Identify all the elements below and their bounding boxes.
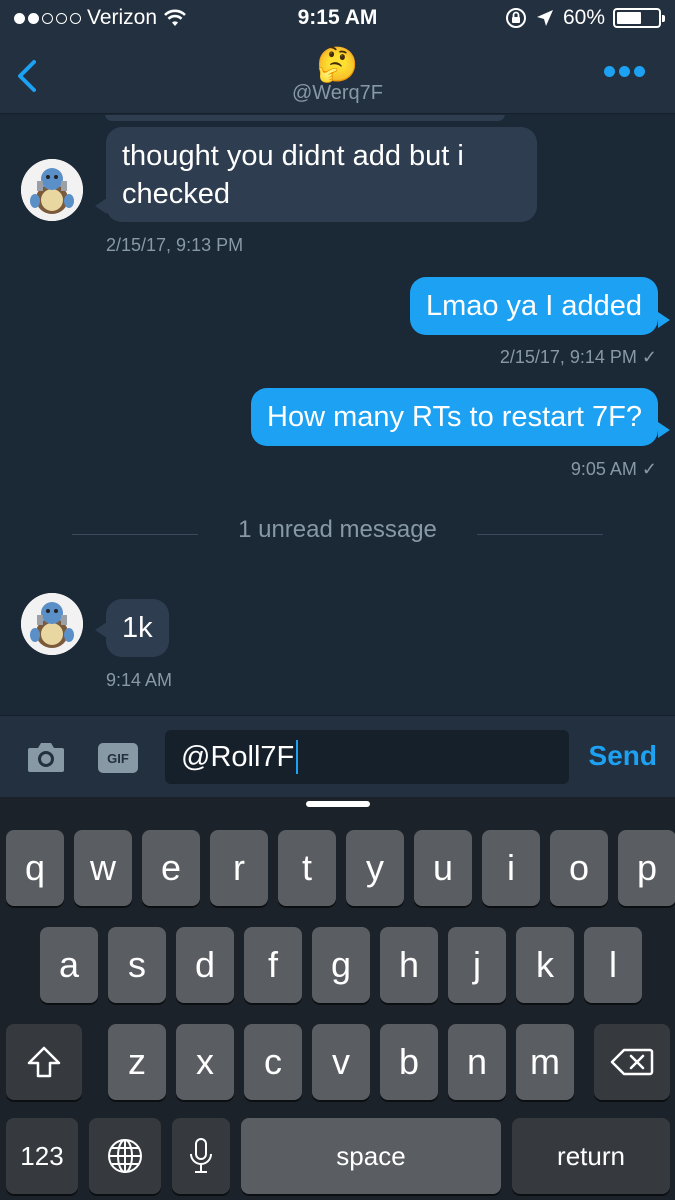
globe-key[interactable] [89, 1118, 161, 1194]
previous-message-bubble [105, 115, 505, 121]
send-button[interactable]: Send [589, 740, 657, 772]
key-z[interactable]: z [108, 1024, 166, 1100]
rotation-lock-icon [505, 8, 526, 28]
battery-icon [613, 8, 665, 28]
divider-line [477, 534, 603, 535]
blastoise-avatar-icon [21, 159, 83, 221]
key-f[interactable]: f [244, 927, 302, 1003]
message-composer: GIF @Roll7F Send [0, 715, 675, 797]
backspace-icon [610, 1048, 654, 1076]
keyboard: 123 space return qwertyuiop asdfghjkl zxcv… [0, 797, 675, 1200]
unread-divider: 1 unread message [238, 516, 437, 543]
key-l[interactable]: l [584, 927, 642, 1003]
camera-icon [28, 743, 64, 772]
key-p[interactable]: p [618, 830, 675, 906]
message-input-value: @Roll7F [181, 741, 295, 773]
key-s[interactable]: s [108, 927, 166, 1003]
message-input[interactable]: @Roll7F [165, 730, 569, 784]
more-options-button[interactable] [604, 66, 645, 77]
outgoing-message-bubble[interactable]: Lmao ya I added [409, 277, 658, 335]
key-e[interactable]: e [142, 830, 200, 906]
key-d[interactable]: d [176, 927, 234, 1003]
key-c[interactable]: c [244, 1024, 302, 1100]
message-timestamp: 2/15/17, 9:14 PM ✓ [499, 347, 657, 367]
message-list[interactable]: thought you didnt add but i checked 2/15… [0, 115, 675, 715]
blastoise-avatar-icon [21, 593, 83, 655]
bubble-tail [658, 422, 670, 438]
camera-button[interactable] [26, 740, 66, 774]
conversation-header: 🤔 @Werq7F [0, 36, 675, 114]
status-right: 60% [505, 6, 665, 30]
message-timestamp: 9:14 AM [106, 670, 173, 690]
message-text-line: thought you didnt add but i [122, 140, 464, 172]
outgoing-message-bubble[interactable]: How many RTs to restart 7F? [251, 388, 658, 446]
keyboard-grabber[interactable] [306, 801, 370, 807]
message-timestamp: 9:05 AM ✓ [570, 459, 657, 479]
return-key[interactable]: return [512, 1118, 670, 1194]
avatar[interactable] [21, 159, 83, 221]
message-text: How many RTs to restart 7F? [267, 401, 642, 433]
key-h[interactable]: h [380, 927, 438, 1003]
key-k[interactable]: k [516, 927, 574, 1003]
incoming-message-bubble[interactable]: thought you didnt add but i checked [106, 127, 537, 222]
key-v[interactable]: v [312, 1024, 370, 1100]
message-text: Lmao ya I added [425, 290, 642, 322]
backspace-key[interactable] [594, 1024, 670, 1100]
profile-emoji: 🤔 [316, 46, 359, 84]
profile-handle: @Werq7F [291, 82, 384, 104]
key-m[interactable]: m [516, 1024, 574, 1100]
key-w[interactable]: w [74, 830, 132, 906]
battery-percent: 60% [562, 6, 605, 29]
key-b[interactable]: b [380, 1024, 438, 1100]
text-caret [296, 740, 299, 774]
location-arrow-icon [536, 10, 553, 26]
key-u[interactable]: u [414, 830, 472, 906]
status-bar: Verizon 9:15 AM 60% [0, 0, 675, 36]
more-dots-icon [604, 66, 615, 77]
key-q[interactable]: q [6, 830, 64, 906]
gif-button[interactable]: GIF [98, 743, 138, 773]
key-y[interactable]: y [346, 830, 404, 906]
conversation-title[interactable]: 🤔 @Werq7F [0, 46, 675, 105]
message-timestamp: 2/15/17, 9:13 PM [106, 235, 244, 255]
key-x[interactable]: x [176, 1024, 234, 1100]
key-a[interactable]: a [40, 927, 98, 1003]
key-n[interactable]: n [448, 1024, 506, 1100]
shift-icon [27, 1046, 61, 1078]
space-key[interactable]: space [241, 1118, 501, 1194]
incoming-message-bubble[interactable]: 1k [106, 599, 169, 657]
key-j[interactable]: j [448, 927, 506, 1003]
avatar[interactable] [21, 593, 83, 655]
dictation-key[interactable] [172, 1118, 230, 1194]
key-i[interactable]: i [482, 830, 540, 906]
numbers-key[interactable]: 123 [6, 1118, 78, 1194]
shift-key[interactable] [6, 1024, 82, 1100]
message-text-line: checked [122, 178, 231, 210]
key-g[interactable]: g [312, 927, 370, 1003]
globe-icon [108, 1139, 142, 1173]
key-r[interactable]: r [210, 830, 268, 906]
key-o[interactable]: o [550, 830, 608, 906]
message-text: 1k [122, 612, 153, 644]
microphone-icon [190, 1138, 212, 1173]
key-t[interactable]: t [278, 830, 336, 906]
bubble-tail [658, 312, 670, 328]
